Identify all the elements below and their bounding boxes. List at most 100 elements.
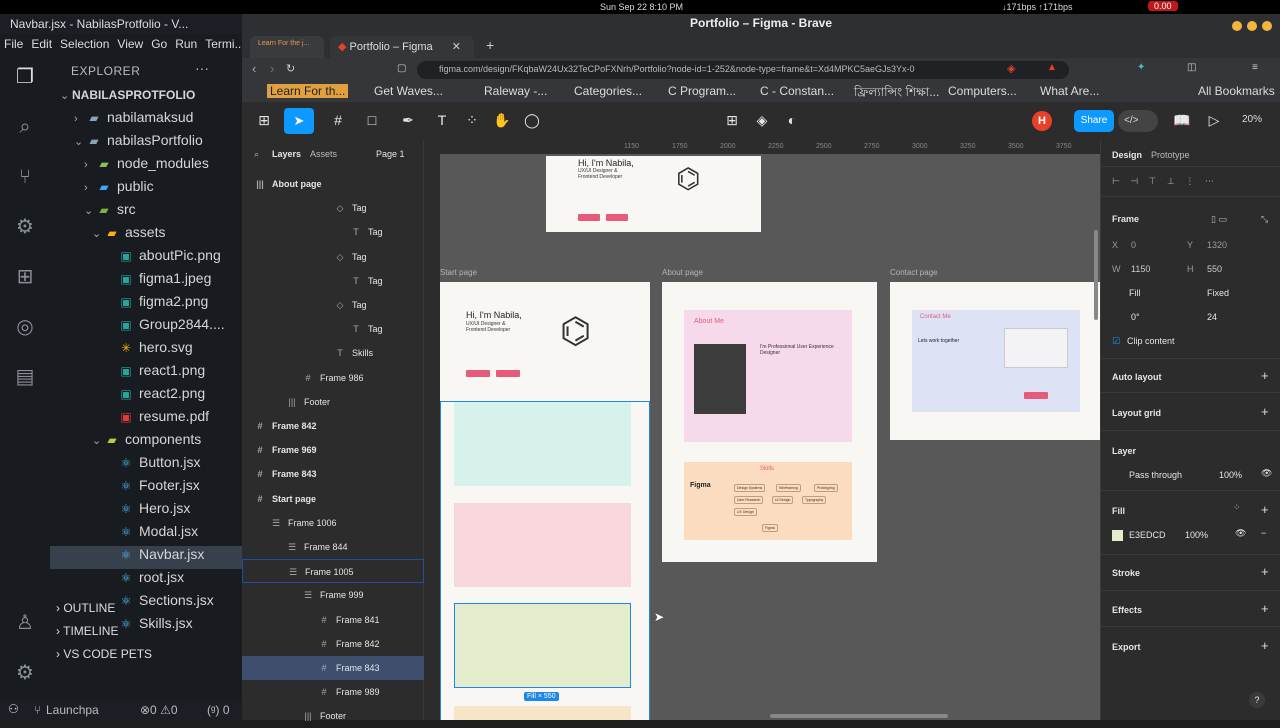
bookmark-categories[interactable]: Categories... xyxy=(574,84,642,98)
layer-row[interactable]: T Skills xyxy=(242,341,424,365)
layer-row[interactable]: ||| Footer xyxy=(242,390,424,414)
tab-layers[interactable]: Layers xyxy=(272,149,301,159)
remove-fill-icon[interactable]: − xyxy=(1261,528,1266,538)
layer-visibility-icon[interactable]: 👁 xyxy=(1261,468,1272,479)
layer-row[interactable]: ||| About page xyxy=(242,172,424,196)
vertical-scrollbar[interactable] xyxy=(1094,230,1098,320)
blend-mode[interactable]: Pass through xyxy=(1129,470,1182,480)
menu-go[interactable]: Go xyxy=(147,34,171,56)
resources-icon[interactable]: ⁘ xyxy=(462,112,482,130)
remote-explorer-icon[interactable]: ▤ xyxy=(12,364,38,390)
file-tree-item[interactable]: ⚛ Button.jsx xyxy=(50,454,242,477)
fill-hex[interactable]: E3EDCD xyxy=(1129,530,1166,540)
add-layout-grid-icon[interactable]: + xyxy=(1261,404,1269,419)
add-effect-icon[interactable]: + xyxy=(1261,601,1269,616)
layer-row[interactable]: ||| Footer xyxy=(242,704,424,728)
auto-layout-icon[interactable]: ⊞ xyxy=(722,112,742,130)
file-tree-item[interactable]: ▣ figma1.jpeg xyxy=(50,270,242,293)
timeline-section[interactable]: › TIMELINE xyxy=(50,624,242,647)
resize-to-fit-icon[interactable]: ⤡ xyxy=(1261,214,1268,225)
x-value[interactable]: 0 xyxy=(1131,240,1136,250)
layer-row[interactable]: ☰ Frame 844 xyxy=(242,535,424,559)
bookmark-waves[interactable]: Get Waves... xyxy=(374,84,443,98)
explorer-icon[interactable]: ❐ xyxy=(12,64,38,90)
rotation-value[interactable]: 0° xyxy=(1131,312,1140,322)
library-icon[interactable]: 📖 xyxy=(1172,112,1192,130)
file-tree-item[interactable]: ⌄ NABILASPROTFOLIO xyxy=(50,86,242,109)
layout-grid-title[interactable]: Layout grid xyxy=(1112,408,1161,418)
layer-row[interactable]: # Frame 986 xyxy=(242,366,424,390)
file-tree-item[interactable]: ⌄ ▰ assets xyxy=(50,224,242,247)
selected-frame-outline[interactable] xyxy=(454,603,631,688)
comment-tool-icon[interactable]: ◯ xyxy=(522,112,542,130)
h-value[interactable]: 550 xyxy=(1207,264,1222,274)
remote-icon[interactable]: ⚇ xyxy=(8,702,30,718)
frame-label-contact[interactable]: Contact page xyxy=(890,268,938,277)
file-tree-item[interactable]: › ▰ public xyxy=(50,178,242,201)
bookmark-raleway[interactable]: Raleway -... xyxy=(484,84,547,98)
file-tree-item[interactable]: ⚛ Modal.jsx xyxy=(50,523,242,546)
bookmark-computers[interactable]: Computers... xyxy=(948,84,1017,98)
extension-icon[interactable]: ✦ xyxy=(1137,62,1145,73)
share-button[interactable]: Share xyxy=(1074,110,1114,132)
layer-row[interactable]: # Frame 969 xyxy=(242,438,424,462)
file-tree-item[interactable]: › ▰ node_modules xyxy=(50,155,242,178)
forward-icon[interactable]: › xyxy=(270,61,274,76)
status-launch[interactable]: Launchpa xyxy=(46,703,99,717)
pen-tool-icon[interactable]: ✒ xyxy=(398,112,418,130)
dev-mode-toggle[interactable]: </> xyxy=(1118,110,1158,132)
close-tab-icon[interactable]: ✕ xyxy=(452,41,461,53)
layer-row[interactable]: ☰ Frame 999 xyxy=(242,583,424,607)
layer-row[interactable]: ◇ Tag xyxy=(242,196,424,220)
maximize-button[interactable] xyxy=(1247,21,1257,31)
more-actions-icon[interactable]: ··· xyxy=(195,60,209,76)
layer-row[interactable]: # Frame 841 xyxy=(242,608,424,632)
add-export-icon[interactable]: + xyxy=(1261,638,1269,653)
account-icon[interactable]: ♙ xyxy=(12,610,38,636)
about-page-frame[interactable]: About Me I'm Professional User Experienc… xyxy=(662,282,877,562)
bookmark-what-are[interactable]: What Are... xyxy=(1040,84,1099,98)
layer-row[interactable]: # Frame 842 xyxy=(242,632,424,656)
status-ports[interactable]: (ᵍ) 0 xyxy=(207,703,230,717)
fill-visibility-icon[interactable]: 👁 xyxy=(1235,528,1246,539)
bookmark-icon[interactable]: ▢ xyxy=(397,63,406,74)
contact-page-frame[interactable]: Contact Me Lets work together xyxy=(890,282,1100,440)
minimize-button[interactable] xyxy=(1232,21,1242,31)
git-graph-icon[interactable]: ◎ xyxy=(12,314,38,340)
back-icon[interactable]: ‹ xyxy=(252,61,256,76)
file-tree-item[interactable]: ▣ react1.png xyxy=(50,362,242,385)
y-value[interactable]: 1320 xyxy=(1207,240,1227,250)
bookmark-c-constant[interactable]: C - Constan... xyxy=(760,84,834,98)
bookmark-learn[interactable]: Learn For th... xyxy=(267,84,349,98)
file-tree-item[interactable]: ▣ resume.pdf xyxy=(50,408,242,431)
tab-learn[interactable]: Learn For the j... xyxy=(250,36,324,58)
frame-label-start[interactable]: Start page xyxy=(440,268,477,277)
stroke-title[interactable]: Stroke xyxy=(1112,568,1140,578)
file-tree-item[interactable]: ⚛ Footer.jsx xyxy=(50,477,242,500)
page-selector[interactable]: Page 1 xyxy=(376,149,405,159)
file-tree-item[interactable]: ⚛ Hero.jsx xyxy=(50,500,242,523)
add-stroke-icon[interactable]: + xyxy=(1261,564,1269,579)
file-tree-item[interactable]: ⌄ ▰ components xyxy=(50,431,242,454)
file-tree-item[interactable]: ✳ hero.svg xyxy=(50,339,242,362)
fill-opacity[interactable]: 100% xyxy=(1185,530,1208,540)
file-tree-item[interactable]: › ▰ nabilamaksud xyxy=(50,109,242,132)
frame-section-title[interactable]: Frame xyxy=(1112,214,1139,224)
search-icon[interactable]: ⌕ xyxy=(12,114,38,140)
color-strip[interactable] xyxy=(454,402,631,486)
add-fill-icon[interactable]: + xyxy=(1261,502,1269,517)
menu-selection[interactable]: Selection xyxy=(56,34,113,56)
file-tree-item[interactable]: ▣ react2.png xyxy=(50,385,242,408)
status-problems[interactable]: ⊗0 ⚠0 xyxy=(140,703,178,717)
help-icon[interactable]: ? xyxy=(1249,692,1265,708)
layer-row[interactable]: # Frame 989 xyxy=(242,680,424,704)
align-icons[interactable]: ⊢ ⊣ ⊤ ⊥ ⋮ ⋯ xyxy=(1112,176,1218,187)
figma-canvas[interactable]: 1150 1750 2000 2250 2500 2750 3000 3250 3500 3750… xyxy=(424,140,1100,720)
color-strip[interactable] xyxy=(454,706,631,720)
effects-title[interactable]: Effects xyxy=(1112,605,1142,615)
layer-row[interactable]: ☰ Frame 1005 xyxy=(242,559,424,584)
tab-figma[interactable]: ◆ Portfolio – Figma ✕ xyxy=(330,36,474,58)
color-strip[interactable] xyxy=(454,503,631,587)
brave-rewards-icon[interactable]: ▲ xyxy=(1047,62,1057,73)
hand-tool-icon[interactable]: ✋ xyxy=(492,112,512,130)
